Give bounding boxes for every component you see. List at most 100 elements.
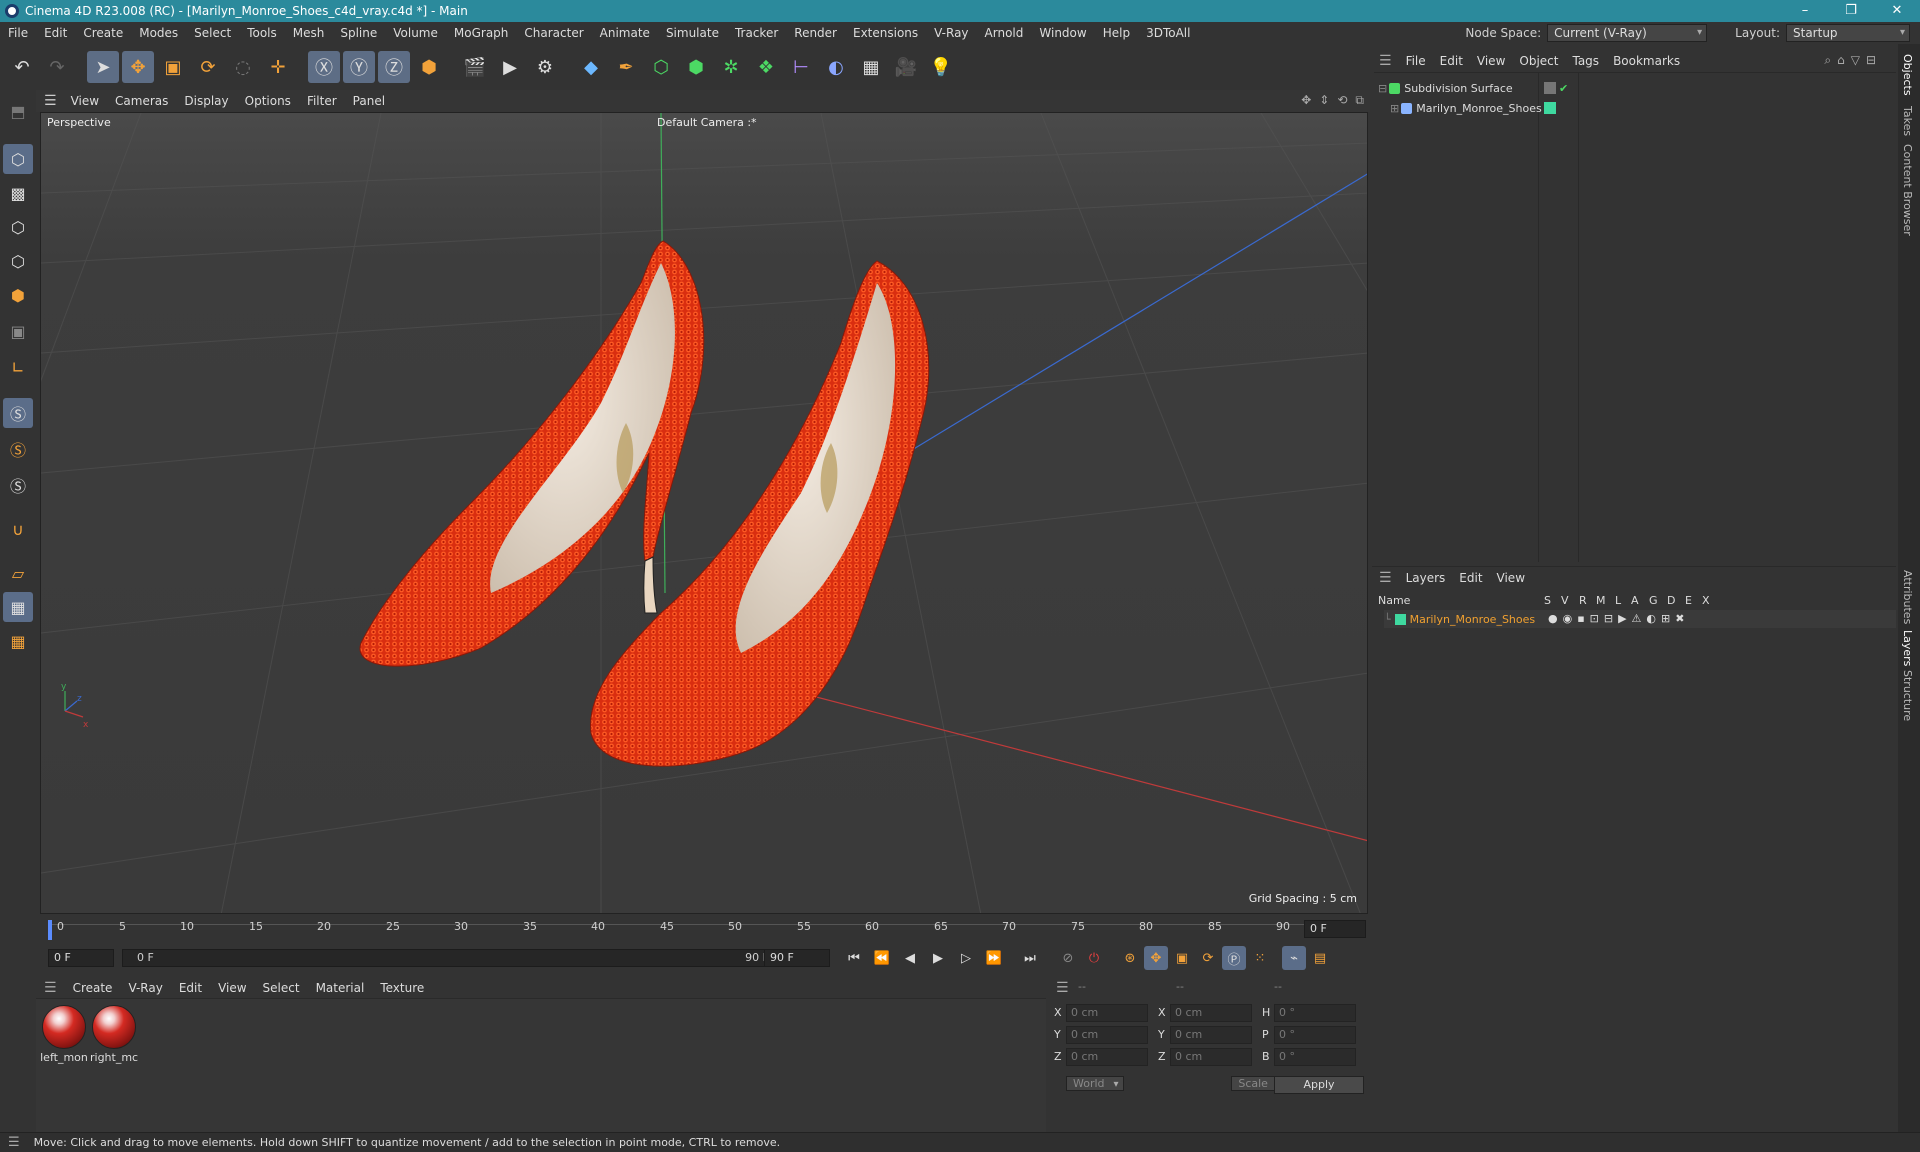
material-menu-edit[interactable]: Edit xyxy=(171,981,210,995)
position-x-field[interactable]: 0 cm xyxy=(1066,1004,1148,1022)
size-y-field[interactable]: 0 cm xyxy=(1170,1026,1252,1044)
rotation-h-field[interactable]: 0 ° xyxy=(1274,1004,1356,1022)
menu-animate[interactable]: Animate xyxy=(592,26,658,40)
layers-menu-layers[interactable]: Layers xyxy=(1399,571,1453,585)
render-picture-viewer-icon[interactable]: ▶ xyxy=(494,51,526,83)
locked-workplane-icon[interactable]: ▦ xyxy=(3,592,33,622)
frame-range-slider[interactable]: 0 F 90 F xyxy=(122,949,782,967)
cloner-icon[interactable]: ✲ xyxy=(715,51,747,83)
object-row[interactable]: ⊟ Subdivision Surface xyxy=(1378,79,1513,97)
rotate-tool-icon[interactable]: ⟳ xyxy=(192,51,224,83)
next-frame-icon[interactable]: ▷ xyxy=(954,946,978,970)
tab-takes[interactable]: Takes xyxy=(1901,106,1914,136)
mograph-icon[interactable]: ❖ xyxy=(750,51,782,83)
go-to-end-icon[interactable]: ⏭ xyxy=(1018,946,1042,970)
coordinate-space-dropdown[interactable]: World xyxy=(1066,1076,1124,1091)
polygons-mode-icon[interactable]: ⬢ xyxy=(3,280,33,310)
current-frame-field[interactable]: 0 F xyxy=(1304,920,1366,938)
axis-mode-icon[interactable]: ∟ xyxy=(3,352,33,382)
object-menu-object[interactable]: Object xyxy=(1512,54,1565,68)
add-tool-icon[interactable]: ✛ xyxy=(262,51,294,83)
menu-select[interactable]: Select xyxy=(186,26,239,40)
viewport-maximize-icon[interactable]: ⧉ xyxy=(1355,93,1364,108)
autokey-icon[interactable]: ⏻ xyxy=(1082,946,1106,970)
move-tool-icon[interactable]: ✥ xyxy=(122,51,154,83)
play-icon[interactable]: ▶ xyxy=(926,946,950,970)
viewport-menu-view[interactable]: View xyxy=(63,94,107,108)
menu-modes[interactable]: Modes xyxy=(131,26,186,40)
viewport-menu-cameras[interactable]: Cameras xyxy=(107,94,176,108)
close-icon[interactable]: ✕ xyxy=(1874,0,1920,22)
undo-icon[interactable]: ↶ xyxy=(6,51,38,83)
material-menu-texture[interactable]: Texture xyxy=(372,981,432,995)
layer-color-swatch[interactable] xyxy=(1544,102,1556,114)
x-axis-lock-icon[interactable]: Ⓧ xyxy=(308,51,340,83)
key-rotation-icon[interactable]: ⟳ xyxy=(1196,946,1220,970)
workplane-icon[interactable]: ▱ xyxy=(3,558,33,588)
menu-create[interactable]: Create xyxy=(75,26,131,40)
viewport-menu-panel[interactable]: Panel xyxy=(345,94,393,108)
key-scale-icon[interactable]: ▣ xyxy=(1170,946,1194,970)
menu-extensions[interactable]: Extensions xyxy=(845,26,926,40)
restore-icon[interactable]: ❐ xyxy=(1828,0,1874,22)
viewport-hamburger-icon[interactable]: ☰ xyxy=(36,93,63,109)
viewport-menu-filter[interactable]: Filter xyxy=(299,94,345,108)
menu-3dtoall[interactable]: 3DToAll xyxy=(1138,26,1198,40)
key-position-icon[interactable]: ⊛ xyxy=(1118,946,1142,970)
floor-scene-icon[interactable]: ▦ xyxy=(855,51,887,83)
cube-object-icon[interactable]: ◆ xyxy=(575,51,607,83)
tab-attributes[interactable]: Attributes xyxy=(1901,570,1914,624)
material-swatch[interactable]: left_mon xyxy=(40,1005,88,1064)
object-menu-file[interactable]: File xyxy=(1399,54,1433,68)
layout-dropdown[interactable]: Startup xyxy=(1786,24,1910,42)
size-z-field[interactable]: 0 cm xyxy=(1170,1048,1252,1066)
menu-spline[interactable]: Spline xyxy=(332,26,385,40)
size-x-field[interactable]: 0 cm xyxy=(1170,1004,1252,1022)
scale-tool-icon[interactable]: ▣ xyxy=(157,51,189,83)
start-frame-field[interactable]: 0 F xyxy=(48,949,114,967)
menu-volume[interactable]: Volume xyxy=(385,26,446,40)
solo-icon[interactable]: Ⓢ xyxy=(3,398,33,428)
tab-objects[interactable]: Objects xyxy=(1901,54,1914,96)
planar-workplane-icon[interactable]: ▦ xyxy=(3,626,33,656)
enabled-check-icon[interactable]: ✔ xyxy=(1559,82,1568,95)
end-frame-field[interactable]: 90 F xyxy=(764,949,830,967)
layers-hamburger-icon[interactable]: ☰ xyxy=(1372,570,1399,586)
menu-mesh[interactable]: Mesh xyxy=(285,26,333,40)
rotation-p-field[interactable]: 0 ° xyxy=(1274,1026,1356,1044)
make-editable-icon[interactable]: ⬒ xyxy=(3,96,33,126)
node-space-dropdown[interactable]: Current (V-Ray) xyxy=(1547,24,1708,42)
tab-layers[interactable]: Layers xyxy=(1901,630,1914,666)
camera-label[interactable]: Default Camera :* xyxy=(657,116,757,129)
menu-mograph[interactable]: MoGraph xyxy=(446,26,517,40)
render-settings-icon[interactable]: ⚙ xyxy=(529,51,561,83)
rotation-b-field[interactable]: 0 ° xyxy=(1274,1048,1356,1066)
redo-icon[interactable]: ↷ xyxy=(41,51,73,83)
tab-structure[interactable]: Structure xyxy=(1901,670,1914,721)
status-hamburger-icon[interactable]: ☰ xyxy=(0,1135,34,1150)
tab-content-browser[interactable]: Content Browser xyxy=(1901,144,1914,236)
layers-menu-view[interactable]: View xyxy=(1490,571,1532,585)
position-z-field[interactable]: 0 cm xyxy=(1066,1048,1148,1066)
menu-edit[interactable]: Edit xyxy=(36,26,75,40)
position-y-field[interactable]: 0 cm xyxy=(1066,1026,1148,1044)
texture-mode-icon[interactable]: ▩ xyxy=(3,178,33,208)
menu-help[interactable]: Help xyxy=(1095,26,1138,40)
points-mode-icon[interactable]: ⬡ xyxy=(3,212,33,242)
timeline-window-icon[interactable]: ▤ xyxy=(1308,946,1332,970)
record-active-icon[interactable]: ⊘ xyxy=(1056,946,1080,970)
key-parameter-icon[interactable]: Ⓟ xyxy=(1222,946,1246,970)
menu-render[interactable]: Render xyxy=(786,26,845,40)
layer-flag-icons[interactable]: ●◉▪⊡⊟▶⚠◐⊞✖ xyxy=(1548,612,1689,625)
object-menu-bookmarks[interactable]: Bookmarks xyxy=(1606,54,1687,68)
subdivision-generator-icon[interactable]: ⬡ xyxy=(645,51,677,83)
object-menu-view[interactable]: View xyxy=(1470,54,1512,68)
menu-simulate[interactable]: Simulate xyxy=(658,26,727,40)
y-axis-lock-icon[interactable]: Ⓨ xyxy=(343,51,375,83)
solo-hierarchy-icon[interactable]: Ⓢ xyxy=(3,434,33,464)
object-row[interactable]: ⊞ Marilyn_Monroe_Shoes xyxy=(1390,99,1542,117)
viewport-menu-display[interactable]: Display xyxy=(176,94,236,108)
object-manager-tools-icon[interactable]: ⌕⌂▽⊟ xyxy=(1824,53,1882,68)
layers-menu-edit[interactable]: Edit xyxy=(1452,571,1489,585)
recent-tool-icon[interactable]: ◌ xyxy=(227,51,259,83)
